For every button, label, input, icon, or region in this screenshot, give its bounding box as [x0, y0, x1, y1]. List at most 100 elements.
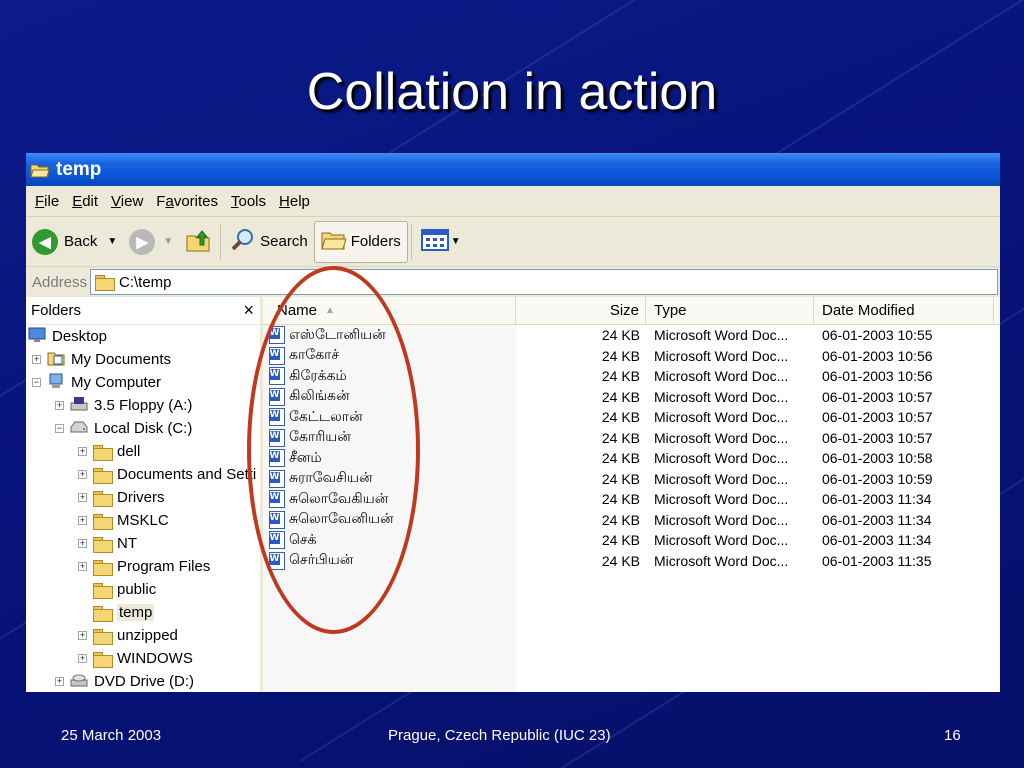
expand-icon[interactable]: +	[78, 493, 87, 502]
my-documents-icon	[47, 350, 65, 370]
tree-label: Documents and Setti	[117, 466, 257, 483]
file-row[interactable]: எஸ்டோனியன் 24 KB Microsoft Word Doc... 06-0…	[263, 325, 1000, 346]
file-row[interactable]: சுராவேசியன் 24 KB Microsoft Word Doc... 06-…	[263, 469, 1000, 490]
views-icon	[420, 228, 449, 255]
expand-icon[interactable]: +	[78, 470, 87, 479]
file-row[interactable]: சுலொவேனியன் 24 KB Microsoft Word Doc... 06-…	[263, 510, 1000, 531]
column-size[interactable]: Size	[516, 297, 646, 324]
tree-item-temp[interactable]: temp	[26, 601, 260, 624]
tree-item-windows[interactable]: + WINDOWS	[26, 647, 260, 670]
tree-item-desktop[interactable]: Desktop	[26, 325, 260, 348]
menu-favorites[interactable]: Favorites	[156, 193, 218, 210]
file-name-cell: கிரேக்கம்	[263, 367, 516, 386]
tree-item-drivers[interactable]: + Drivers	[26, 486, 260, 509]
menu-help[interactable]: Help	[279, 193, 310, 210]
folder-icon	[93, 651, 113, 668]
expand-icon[interactable]: +	[78, 631, 87, 640]
expand-icon[interactable]: +	[78, 539, 87, 548]
expand-icon[interactable]: +	[78, 516, 87, 525]
search-label: Search	[260, 233, 308, 250]
collapse-icon[interactable]: −	[32, 378, 41, 387]
file-size: 24 KB	[601, 470, 640, 487]
explorer-window: temp File Edit View Favorites Tools Help…	[26, 153, 1000, 692]
expand-icon[interactable]: +	[55, 677, 64, 686]
column-name[interactable]: Name ▲	[263, 297, 516, 324]
menu-edit[interactable]: Edit	[72, 193, 98, 210]
word-document-icon	[269, 326, 285, 345]
back-button[interactable]: ◀ Back ▼	[26, 221, 123, 263]
file-row[interactable]: காகோச் 24 KB Microsoft Word Doc... 06-01-20…	[263, 346, 1000, 367]
window-titlebar[interactable]: temp	[26, 153, 1000, 186]
file-name-cell: சீனம்	[263, 449, 516, 468]
tree-label: 3.5 Floppy (A:)	[94, 397, 193, 414]
tree-label: DVD Drive (D:)	[94, 673, 194, 690]
tree-item-documents-and-settings[interactable]: + Documents and Setti	[26, 463, 260, 486]
expand-icon[interactable]: +	[32, 355, 41, 364]
folders-button[interactable]: Folders	[313, 220, 408, 263]
file-name-cell: சுலொவேனியன்	[263, 510, 516, 529]
word-document-icon	[269, 346, 285, 365]
tree-item-msklc[interactable]: + MSKLC	[26, 509, 260, 532]
column-date-modified[interactable]: Date Modified	[814, 297, 994, 324]
close-icon[interactable]: ×	[243, 300, 254, 321]
tree-item-dvd-drive[interactable]: + DVD Drive (D:)	[26, 670, 260, 692]
tree-item-nt[interactable]: + NT	[26, 532, 260, 555]
file-row[interactable]: சீனம் 24 KB Microsoft Word Doc... 06-01-200…	[263, 448, 1000, 469]
views-dropdown-icon[interactable]: ▼	[451, 236, 461, 247]
expand-icon[interactable]: +	[78, 562, 87, 571]
menu-file[interactable]: File	[35, 193, 59, 210]
search-button[interactable]: Search	[224, 221, 314, 263]
tree-item-my-computer[interactable]: − My Computer	[26, 371, 260, 394]
file-size: 24 KB	[601, 327, 640, 344]
expand-icon[interactable]: +	[78, 654, 87, 663]
file-name: செக்	[289, 530, 317, 547]
file-name-cell: கேட்டலான்	[263, 408, 516, 427]
menu-view[interactable]: View	[111, 193, 143, 210]
tree-label: NT	[117, 535, 137, 552]
file-size: 24 KB	[601, 368, 640, 385]
file-row[interactable]: கோரியன் 24 KB Microsoft Word Doc... 06-01-2…	[263, 428, 1000, 449]
folder-icon	[93, 490, 113, 507]
expand-icon[interactable]: +	[78, 447, 87, 456]
file-row[interactable]: செக் 24 KB Microsoft Word Doc... 06-01-2003…	[263, 530, 1000, 551]
word-document-icon	[269, 531, 285, 550]
toolbar-separator	[220, 223, 222, 260]
column-type[interactable]: Type	[646, 297, 814, 324]
file-row[interactable]: கேட்டலான் 24 KB Microsoft Word Doc... 06-01…	[263, 407, 1000, 428]
views-button[interactable]: ▼	[415, 221, 467, 263]
forward-dropdown-icon[interactable]: ▼	[163, 236, 173, 247]
expand-icon[interactable]: +	[55, 401, 64, 410]
address-field[interactable]: C:\temp	[90, 269, 998, 295]
desktop-icon	[28, 327, 46, 347]
file-type: Microsoft Word Doc...	[654, 532, 789, 549]
up-folder-button[interactable]	[179, 221, 217, 263]
file-size: 24 KB	[601, 429, 640, 446]
menu-tools[interactable]: Tools	[231, 193, 266, 210]
tree-item-my-documents[interactable]: + My Documents	[26, 348, 260, 371]
tree-item-dell[interactable]: + dell	[26, 440, 260, 463]
my-computer-icon	[47, 373, 65, 393]
word-document-icon	[269, 428, 285, 447]
tree-item-local-disk[interactable]: − Local Disk (C:)	[26, 417, 260, 440]
collapse-icon[interactable]: −	[55, 424, 64, 433]
tree-label: WINDOWS	[117, 650, 193, 667]
file-row[interactable]: கிரேக்கம் 24 KB Microsoft Word Doc... 06-01…	[263, 366, 1000, 387]
file-name: காகோச்	[289, 346, 340, 363]
back-dropdown-icon[interactable]: ▼	[107, 236, 117, 247]
sort-ascending-icon: ▲	[325, 305, 335, 316]
forward-button[interactable]: ▶ ▼	[123, 221, 179, 263]
tree-item-public[interactable]: public	[26, 578, 260, 601]
floppy-drive-icon	[70, 396, 88, 416]
tree-item-program-files[interactable]: + Program Files	[26, 555, 260, 578]
file-row[interactable]: செர்பியன் 24 KB Microsoft Word Doc... 06-01…	[263, 551, 1000, 572]
file-date: 06-01-2003 11:35	[822, 552, 932, 569]
file-name: சுலொவேனியன்	[289, 510, 394, 527]
file-row[interactable]: கிலிங்கன் 24 KB Microsoft Word Doc... 06-01…	[263, 387, 1000, 408]
tree-item-unzipped[interactable]: + unzipped	[26, 624, 260, 647]
footer-place: Prague, Czech Republic (IUC 23)	[388, 727, 611, 744]
file-size: 24 KB	[601, 491, 640, 508]
folders-pane-header: Folders ×	[26, 297, 260, 325]
tree-item-floppy[interactable]: + 3.5 Floppy (A:)	[26, 394, 260, 417]
file-row[interactable]: சுலொவேகியன் 24 KB Microsoft Word Doc... 06-…	[263, 489, 1000, 510]
folders-label: Folders	[350, 233, 401, 250]
